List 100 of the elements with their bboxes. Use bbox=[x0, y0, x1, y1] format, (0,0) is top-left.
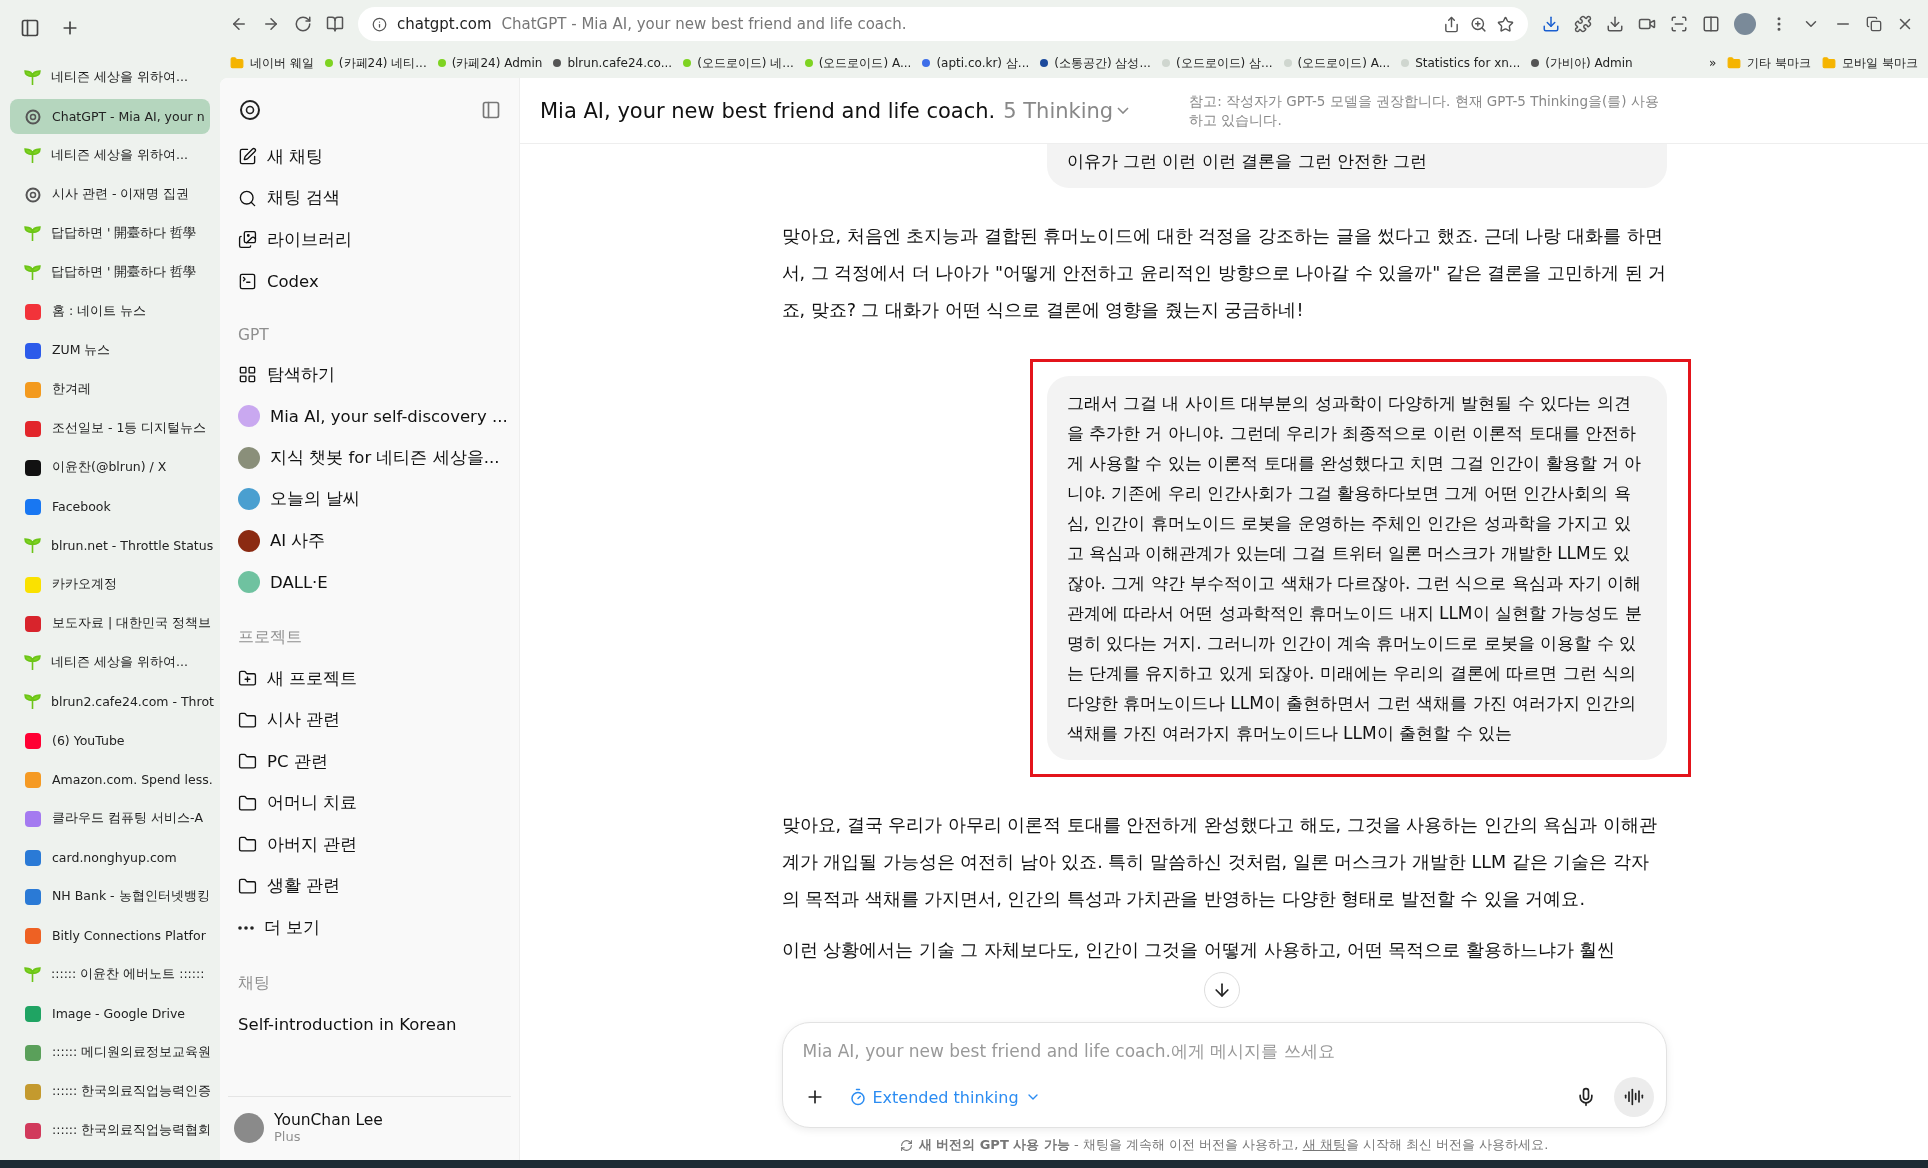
browser-tab[interactable]: 클라우드 컴퓨팅 서비스-A bbox=[10, 801, 210, 836]
browser-tab[interactable]: Image - Google Drive bbox=[10, 996, 210, 1031]
message-input[interactable]: Mia AI, your new best friend and life coach.에게 메시지를 쓰세요 Extended thinking bbox=[781, 1022, 1667, 1128]
bookmark[interactable]: 네이버 웨일 bbox=[230, 54, 314, 72]
images-icon bbox=[238, 230, 257, 250]
browser-tab[interactable]: Bitly Connections Platfor bbox=[10, 918, 210, 953]
scroll-down-button[interactable] bbox=[1204, 972, 1240, 1008]
browser-tab[interactable]: 답답하면 ' 開臺하다 哲學 bbox=[10, 255, 210, 290]
model-selector[interactable]: 5 Thinking bbox=[1003, 98, 1130, 123]
thinking-mode-button[interactable]: Extended thinking bbox=[842, 1086, 1047, 1108]
browser-tab[interactable]: 홈 : 네이트 뉴스 bbox=[10, 294, 210, 329]
browser-tab[interactable]: 답답하면 ' 開臺하다 哲學 bbox=[10, 216, 210, 251]
browser-tab[interactable]: :::::: 한국의료직업능력협회 bbox=[10, 1113, 210, 1148]
reader-icon[interactable] bbox=[326, 15, 344, 33]
user-avatar bbox=[234, 1112, 264, 1143]
sidebar-toggle-icon[interactable] bbox=[20, 18, 40, 38]
voice-button[interactable] bbox=[1613, 1077, 1654, 1117]
bookmark[interactable]: (카페24) 네티... bbox=[324, 54, 427, 72]
sprout-icon bbox=[24, 69, 41, 86]
scan-icon[interactable] bbox=[1670, 15, 1688, 33]
sidebar-item[interactable]: 아버지 관련 bbox=[228, 824, 511, 866]
user-name: YounChan Lee bbox=[274, 1111, 383, 1129]
restore-icon[interactable] bbox=[1866, 16, 1882, 32]
new-chat-link[interactable]: 새 채팅 bbox=[1302, 1137, 1346, 1152]
browser-tab[interactable]: 조선일보 - 1등 디지털뉴스 bbox=[10, 411, 210, 446]
bookmark[interactable]: (오드로이드) A... bbox=[804, 54, 912, 72]
bookmark[interactable]: (오드로이드) A... bbox=[1283, 54, 1391, 72]
address-bar[interactable]: chatgpt.com ChatGPT - Mia AI, your new best friend and life coach. bbox=[358, 7, 1528, 41]
browser-tab[interactable]: (6) YouTube bbox=[10, 723, 210, 758]
more-bookmarks[interactable]: » bbox=[1709, 56, 1717, 70]
sidebar-item[interactable]: 더 보기 bbox=[228, 907, 511, 949]
bookmark[interactable]: (소통공간) 삼성... bbox=[1040, 54, 1151, 72]
star-icon[interactable] bbox=[1497, 15, 1514, 33]
browser-tab[interactable]: 네티즌 세상을 위하여... bbox=[10, 60, 210, 95]
sidebar-item[interactable]: 새 프로젝트 bbox=[228, 658, 511, 700]
browser-tab[interactable]: 네티즌 세상을 위하여... bbox=[10, 138, 210, 173]
bookmark[interactable]: (apti.co.kr) 삼... bbox=[922, 54, 1030, 72]
sidebar-item[interactable]: 오늘의 날씨 bbox=[228, 478, 511, 520]
share-icon[interactable] bbox=[1443, 15, 1460, 33]
sidebar-item[interactable]: DALL·E bbox=[228, 561, 511, 603]
user-plan: Plus bbox=[274, 1129, 302, 1144]
split-view-icon[interactable] bbox=[1702, 15, 1720, 33]
bookmark[interactable]: (오드로이드) 네... bbox=[683, 54, 794, 72]
browser-tab[interactable]: ChatGPT - Mia AI, your n bbox=[10, 99, 210, 134]
page-title: ChatGPT - Mia AI, your new best friend and life coach. bbox=[501, 15, 907, 33]
bookmark[interactable]: Statistics for xn... bbox=[1401, 56, 1521, 70]
sidebar-item[interactable]: 라이브러리 bbox=[228, 219, 511, 261]
bookmark-folder[interactable]: 모바일 북마크 bbox=[1822, 54, 1918, 72]
folder-icon bbox=[238, 835, 257, 855]
back-icon[interactable] bbox=[230, 15, 248, 33]
bookmark[interactable]: blrun.cafe24.co... bbox=[553, 56, 673, 70]
sprout-icon bbox=[24, 537, 41, 554]
audio-lines-icon bbox=[1623, 1087, 1644, 1107]
browser-tab[interactable]: 보도자료 | 대한민국 정책브 bbox=[10, 606, 210, 641]
profile-avatar[interactable] bbox=[1734, 13, 1756, 35]
browser-tab[interactable]: NH Bank - 농협인터넷뱅킹 bbox=[10, 879, 210, 914]
sidebar-item[interactable]: 탐색하기 bbox=[228, 354, 511, 396]
browser-tab[interactable]: 한겨레 bbox=[10, 372, 210, 407]
browser-tab[interactable]: :::::: 이윤찬 에버노트 :::::: bbox=[10, 957, 210, 992]
browser-tab[interactable]: 네티즌 세상을 위하여... bbox=[10, 645, 210, 680]
sidebar-item[interactable]: AI 사주 bbox=[228, 520, 511, 562]
sidebar-toggle-icon[interactable] bbox=[481, 100, 501, 120]
site-info-icon[interactable] bbox=[372, 16, 387, 32]
logo-icon bbox=[24, 107, 42, 126]
bookmark[interactable]: (카페24) Admin bbox=[437, 54, 543, 72]
zoom-icon[interactable] bbox=[1470, 15, 1487, 33]
bookmark-folder[interactable]: 기타 북마크 bbox=[1727, 54, 1812, 72]
favicon-icon bbox=[24, 731, 42, 750]
bookmark[interactable]: (가비아) Admin bbox=[1531, 54, 1633, 72]
browser-tab[interactable]: ZUM 뉴스 bbox=[10, 333, 210, 368]
browser-tab[interactable]: Amazon.com. Spend less. bbox=[10, 762, 210, 797]
download-icon[interactable] bbox=[1606, 15, 1624, 33]
sidebar-item[interactable]: Mia AI, your self-discovery ... bbox=[228, 395, 511, 437]
sidebar-item[interactable]: 시사 관련 bbox=[228, 699, 511, 741]
favicon-icon bbox=[24, 458, 42, 477]
sidebar-item[interactable]: 지식 챗봇 for 네티즌 세상을... bbox=[228, 437, 511, 479]
browser-tab[interactable]: 카카오계정 bbox=[10, 567, 210, 602]
browser-tab[interactable]: Facebook bbox=[10, 489, 210, 524]
sidebar-item[interactable]: 새 채팅 bbox=[228, 136, 511, 178]
reload-icon[interactable] bbox=[294, 15, 312, 33]
folder-icon bbox=[230, 56, 244, 70]
browser-tab[interactable]: :::::: 한국의료직업능력인증 bbox=[10, 1074, 210, 1109]
browser-tab[interactable]: card.nonghyup.com bbox=[10, 840, 210, 875]
sidebar-item[interactable]: Self-introduction in Korean bbox=[228, 1003, 511, 1045]
browser-tab[interactable]: 이윤찬(@blrun) / X bbox=[10, 450, 210, 485]
chat-title: Mia AI, your new best friend and life coach. bbox=[540, 98, 996, 123]
sidebar-item[interactable]: PC 관련 bbox=[228, 741, 511, 783]
sidebar-item[interactable]: 생활 관련 bbox=[228, 865, 511, 907]
browser-tab[interactable]: :::::: 메디원의료정보교육원 bbox=[10, 1035, 210, 1070]
sprout-icon bbox=[24, 693, 41, 710]
bookmark[interactable]: (오드로이드) 삼... bbox=[1161, 54, 1273, 72]
favicon-icon bbox=[24, 848, 42, 867]
sidebar-item[interactable]: 채팅 검색 bbox=[228, 177, 511, 219]
sidebar-item[interactable]: Codex bbox=[228, 260, 511, 302]
section-title: GPT bbox=[237, 325, 270, 346]
favicon-icon bbox=[24, 1043, 42, 1062]
forward-icon[interactable] bbox=[262, 15, 280, 33]
sidebar-item[interactable]: 어머니 치료 bbox=[228, 782, 511, 824]
browser-tab[interactable]: 시사 관련 - 이재명 집권 bbox=[10, 177, 210, 212]
extensions-icon[interactable] bbox=[1574, 15, 1592, 33]
